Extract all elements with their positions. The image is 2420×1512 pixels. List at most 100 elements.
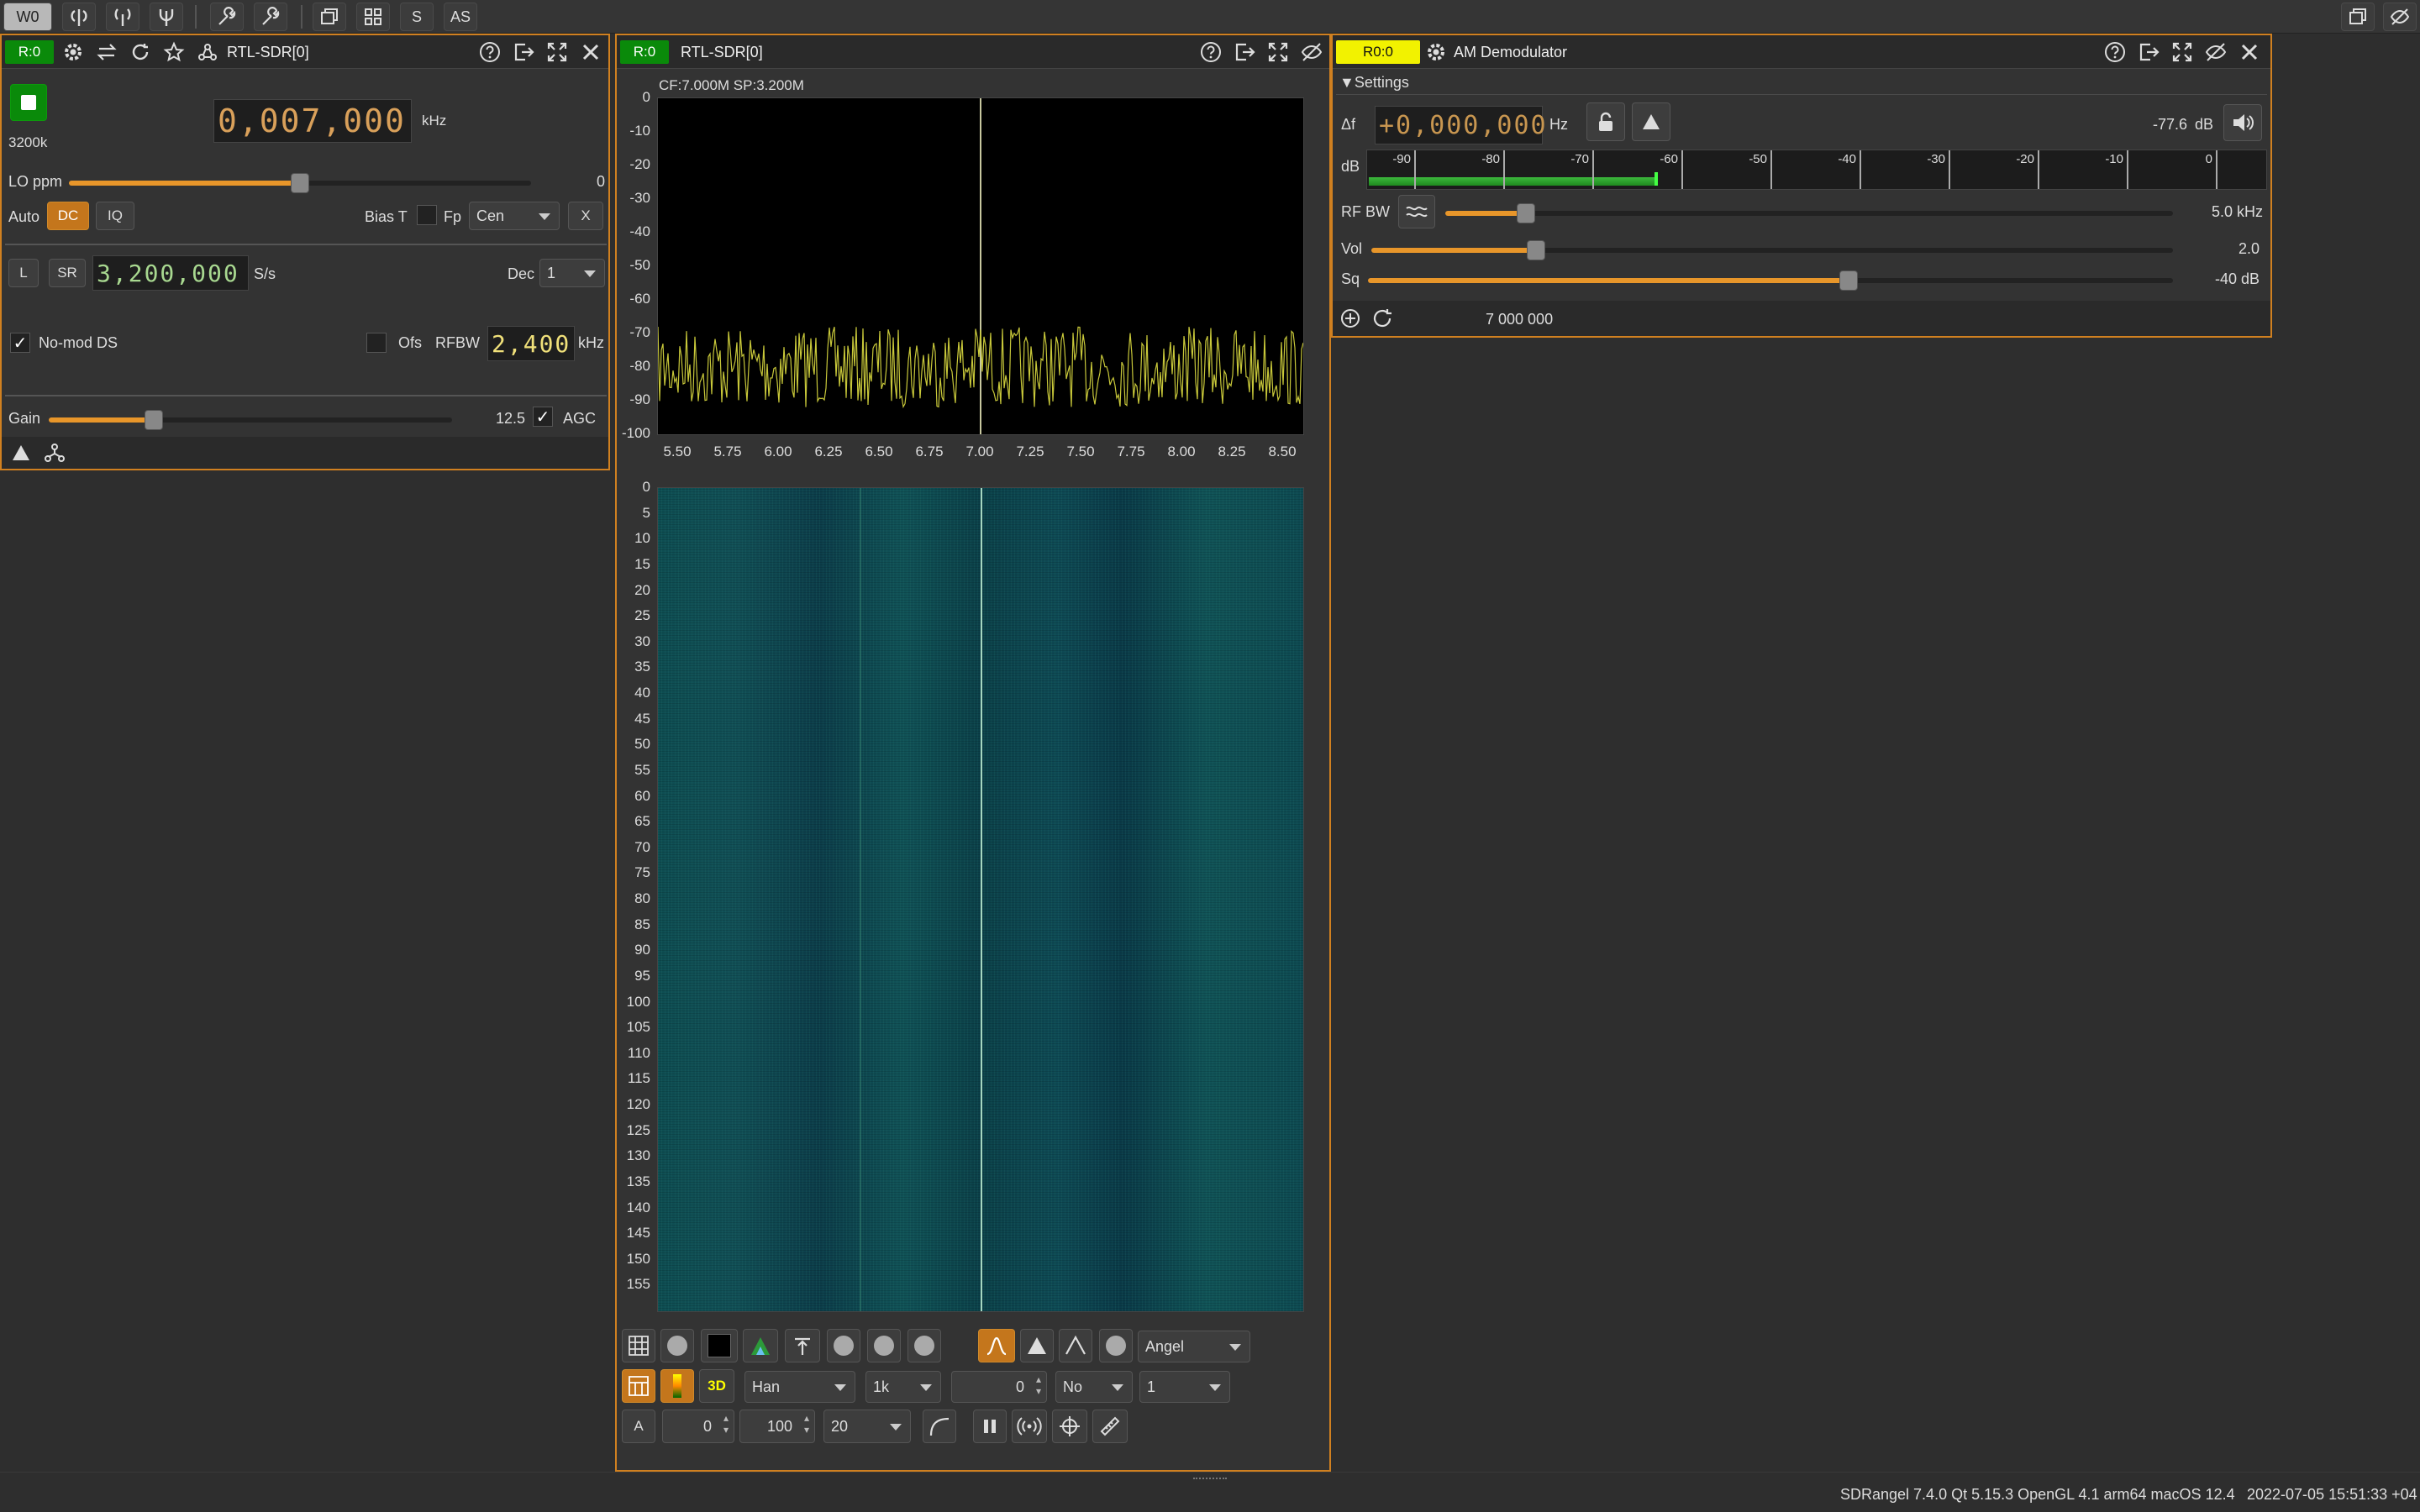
lowpass-button[interactable]: L <box>8 259 39 287</box>
maximize-icon[interactable] <box>1264 38 1292 66</box>
fc-position-select[interactable]: Cen <box>469 202 560 230</box>
splitter-handle[interactable] <box>1193 1478 1227 1483</box>
decay-divisor-dial-icon[interactable] <box>867 1329 901 1362</box>
spectrum-icon[interactable] <box>7 438 35 467</box>
server-icon[interactable] <box>1012 1410 1047 1443</box>
frequency-offset-dial[interactable]: +0,000,000 <box>1375 106 1546 144</box>
workspace-w0-button[interactable]: W0 <box>3 3 52 31</box>
audio-mute-icon[interactable] <box>2223 104 2262 141</box>
auto-stack-button[interactable]: AS <box>444 3 477 31</box>
settings-toggle[interactable]: ▼Settings <box>1339 74 1409 92</box>
add-marker-icon[interactable] <box>1336 304 1365 333</box>
new-workspace-icon[interactable] <box>313 3 346 31</box>
dc-correction-button[interactable]: DC <box>47 202 89 230</box>
averaging-value-select[interactable]: 1 <box>1139 1371 1230 1403</box>
fps-select[interactable]: 20 <box>823 1410 911 1443</box>
star-icon[interactable] <box>160 38 188 66</box>
move-to-workspace-icon[interactable] <box>1230 38 1259 66</box>
squelch-slider-knob[interactable] <box>1839 270 1858 291</box>
swap-icon[interactable] <box>92 38 121 66</box>
gain-slider[interactable] <box>49 410 452 430</box>
auto-scale-button[interactable]: A <box>622 1410 655 1443</box>
3d-spectrogram-icon[interactable]: 3D <box>699 1369 734 1403</box>
spectrum-badge[interactable]: R:0 <box>620 40 669 64</box>
max-hold-icon[interactable] <box>785 1329 820 1362</box>
spectrum-color-icon[interactable] <box>743 1329 778 1362</box>
transverter-button[interactable]: X <box>568 202 603 230</box>
maximize-icon[interactable] <box>2168 38 2196 66</box>
lock-icon[interactable] <box>1586 102 1625 141</box>
current-trace-icon[interactable] <box>978 1329 1015 1362</box>
add-tx-icon[interactable] <box>106 3 139 31</box>
clear-spectrum-icon[interactable] <box>701 1329 738 1362</box>
stack-subwindows-button[interactable]: S <box>400 3 434 31</box>
bandpass-filter-icon[interactable] <box>1398 195 1435 228</box>
fft-size-select[interactable]: 1k <box>865 1371 941 1403</box>
reload-icon[interactable] <box>126 38 155 66</box>
trace-intensity-dial-icon[interactable] <box>1099 1329 1133 1362</box>
waterfall-palette-icon[interactable] <box>660 1369 694 1403</box>
squelch-slider[interactable] <box>1368 270 2173 291</box>
close-icon[interactable] <box>2235 38 2264 66</box>
add-mimo-icon[interactable] <box>150 3 183 31</box>
channel-badge[interactable]: R0:0 <box>1336 40 1420 64</box>
device-badge[interactable]: R:0 <box>5 40 54 64</box>
spectrum-plot[interactable] <box>657 97 1304 435</box>
waterfall-toggle-icon[interactable] <box>622 1369 655 1403</box>
hide-icon[interactable] <box>1297 38 1326 66</box>
sample-rate-dial[interactable]: 3,200,000 <box>92 255 249 291</box>
histogram-icon[interactable] <box>1059 1329 1092 1362</box>
feature-settings-icon[interactable] <box>254 3 287 31</box>
restore-window-icon[interactable] <box>2341 3 2375 31</box>
no-mod-ds-checkbox[interactable]: ✓ <box>10 333 30 353</box>
lo-ppm-slider[interactable] <box>69 173 531 193</box>
help-icon[interactable] <box>1197 38 1225 66</box>
rf-bandwidth-slider-knob[interactable] <box>1517 203 1535 223</box>
range-spinbox[interactable]: 100 <box>739 1410 815 1443</box>
sample-rate-mode-button[interactable]: SR <box>49 259 86 287</box>
ref-level-spinbox[interactable]: 0 <box>662 1410 734 1443</box>
volume-slider-knob[interactable] <box>1527 240 1545 260</box>
rf-bandwidth-slider[interactable] <box>1445 203 2173 223</box>
markers-icon[interactable] <box>1052 1410 1087 1443</box>
close-icon[interactable] <box>576 38 605 66</box>
lo-ppm-slider-knob[interactable] <box>291 173 309 193</box>
center-frequency-dial[interactable]: 0,007,000 <box>213 99 412 143</box>
gear-icon[interactable] <box>1422 38 1450 66</box>
help-icon[interactable] <box>476 38 504 66</box>
reset-marker-icon[interactable] <box>1368 304 1397 333</box>
tile-icon[interactable] <box>356 3 390 31</box>
agc-checkbox[interactable]: ✓ <box>533 407 553 427</box>
move-to-workspace-icon[interactable] <box>2134 38 2163 66</box>
freeze-icon[interactable] <box>973 1410 1007 1443</box>
workspace-icon[interactable] <box>193 38 222 66</box>
decimation-select[interactable]: 1 <box>539 259 605 287</box>
gain-slider-knob[interactable] <box>145 410 163 430</box>
rf-bandwidth-dial[interactable]: 2,400 <box>487 326 575 361</box>
bias-t-checkbox[interactable] <box>417 205 437 225</box>
gear-icon[interactable] <box>59 38 87 66</box>
grid-intensity-dial-icon[interactable] <box>660 1329 694 1362</box>
colormap-select[interactable]: Angel <box>1138 1331 1250 1362</box>
decay-dial-icon[interactable] <box>827 1329 860 1362</box>
linear-scale-icon[interactable] <box>923 1410 956 1443</box>
maximize-icon[interactable] <box>543 38 571 66</box>
help-icon[interactable] <box>2101 38 2129 66</box>
waterfall-plot[interactable] <box>657 487 1304 1312</box>
iq-correction-button[interactable]: IQ <box>96 202 134 230</box>
add-rx-icon[interactable] <box>62 3 96 31</box>
fft-window-select[interactable]: Han <box>744 1371 855 1403</box>
stroke-dial-icon[interactable] <box>908 1329 941 1362</box>
add-channel-icon[interactable] <box>40 438 69 467</box>
hide-icon[interactable] <box>2202 38 2230 66</box>
fft-overlap-spinbox[interactable]: 0 <box>951 1371 1047 1403</box>
move-to-workspace-icon[interactable] <box>509 38 538 66</box>
start-stop-button[interactable] <box>10 84 47 121</box>
add-feature-icon[interactable] <box>210 3 244 31</box>
measurement-icon[interactable] <box>1092 1410 1128 1443</box>
volume-slider[interactable] <box>1371 240 2173 260</box>
frequency-mode-icon[interactable] <box>1632 102 1670 141</box>
hide-icon[interactable] <box>2383 3 2417 31</box>
grid-toggle-icon[interactable] <box>622 1329 655 1362</box>
averaging-mode-select[interactable]: No <box>1055 1371 1133 1403</box>
